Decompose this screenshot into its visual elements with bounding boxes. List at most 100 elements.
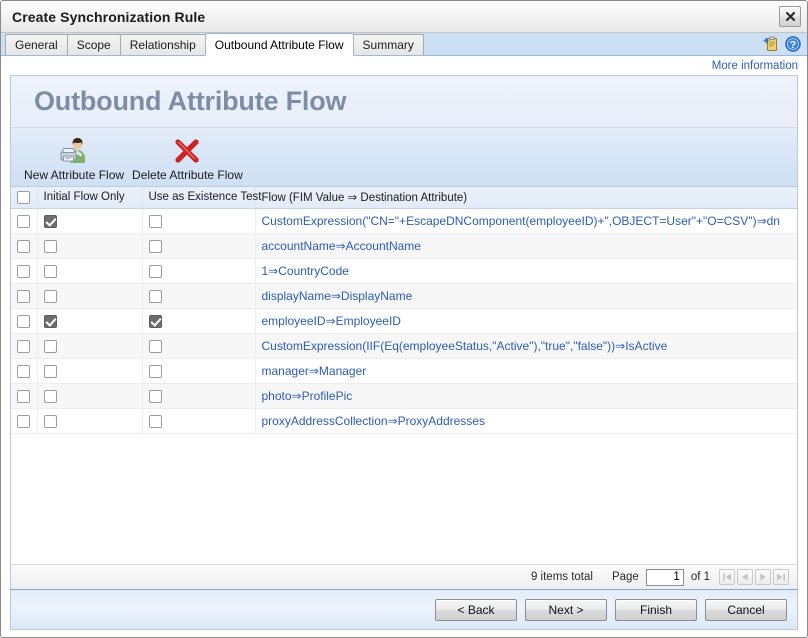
flow-link[interactable]: proxyAddressCollection⇒ProxyAddresses — [262, 414, 485, 428]
back-button[interactable]: < Back — [435, 598, 517, 621]
header-flow: Flow (FIM Value ⇒ Destination Attribute) — [255, 187, 797, 209]
use-as-existence-test-cell — [142, 358, 256, 384]
flow-link[interactable]: photo⇒ProfilePic — [262, 389, 353, 403]
initial-flow-only-checkbox[interactable] — [43, 264, 57, 278]
row-select-checkbox[interactable] — [17, 289, 30, 303]
cancel-button[interactable]: Cancel — [705, 598, 787, 621]
row-select-cell — [11, 308, 38, 334]
next-page-button[interactable] — [755, 569, 771, 585]
use-as-existence-test-checkbox[interactable] — [148, 414, 162, 428]
flow-cell: proxyAddressCollection⇒ProxyAddresses — [255, 408, 797, 434]
page-banner: Outbound Attribute Flow — [11, 76, 797, 128]
use-as-existence-test-cell — [142, 233, 256, 259]
table-row[interactable]: employeeID⇒EmployeeID — [11, 308, 797, 334]
row-select-checkbox[interactable] — [17, 414, 30, 428]
first-page-button[interactable] — [719, 569, 735, 585]
delete-attribute-flow-button[interactable]: Delete Attribute Flow — [128, 134, 247, 184]
flow-link[interactable]: manager⇒Manager — [262, 364, 367, 378]
initial-flow-only-checkbox[interactable] — [43, 239, 57, 253]
flow-link[interactable]: displayName⇒DisplayName — [262, 289, 413, 303]
new-attribute-flow-button[interactable]: New Attribute Flow — [20, 134, 128, 184]
initial-flow-only-cell — [37, 333, 143, 359]
table-row[interactable]: manager⇒Manager — [11, 358, 797, 384]
flow-link[interactable]: accountName⇒AccountName — [262, 239, 421, 253]
next-page-icon — [760, 573, 766, 581]
flow-link[interactable]: 1⇒CountryCode — [262, 264, 349, 278]
row-select-checkbox[interactable] — [17, 389, 30, 403]
row-select-checkbox[interactable] — [17, 364, 30, 378]
use-as-existence-test-cell — [142, 383, 256, 409]
clipboard-add-icon[interactable] — [763, 36, 778, 52]
flow-link[interactable]: CustomExpression(IIF(Eq(employeeStatus,"… — [262, 339, 668, 353]
use-as-existence-test-checkbox[interactable] — [148, 239, 162, 253]
close-icon — [785, 12, 795, 21]
content-panel: Outbound Attribute Flow New Attribute Fl… — [10, 75, 798, 589]
use-as-existence-test-checkbox[interactable] — [148, 289, 162, 303]
select-all-checkbox[interactable] — [17, 190, 30, 204]
tab-scope[interactable]: Scope — [66, 34, 121, 55]
initial-flow-only-checkbox[interactable] — [43, 364, 57, 378]
help-icon[interactable]: ? — [785, 36, 801, 52]
use-as-existence-test-checkbox[interactable] — [148, 389, 162, 403]
next-button[interactable]: Next > — [525, 598, 607, 621]
row-select-cell — [11, 258, 38, 284]
dialog-title: Create Synchronization Rule — [12, 8, 206, 25]
flow-link[interactable]: CustomExpression("CN="+EscapeDNComponent… — [262, 214, 780, 228]
grid-pager: 9 items total Page of 1 — [11, 564, 797, 589]
row-select-checkbox[interactable] — [17, 314, 30, 328]
page-number-input[interactable] — [645, 568, 684, 586]
use-as-existence-test-checkbox[interactable] — [148, 214, 162, 228]
row-select-checkbox[interactable] — [17, 214, 30, 228]
row-select-cell — [11, 383, 38, 409]
use-as-existence-test-checkbox[interactable] — [148, 339, 162, 353]
table-row[interactable]: proxyAddressCollection⇒ProxyAddresses — [11, 408, 797, 434]
row-select-checkbox[interactable] — [17, 339, 30, 353]
row-select-checkbox[interactable] — [17, 239, 30, 253]
row-select-cell — [11, 408, 38, 434]
tab-outbound-attribute-flow[interactable]: Outbound Attribute Flow — [204, 33, 354, 56]
tab-summary[interactable]: Summary — [352, 34, 424, 55]
finish-button[interactable]: Finish — [615, 598, 697, 621]
wizard-button-bar: < Back Next > Finish Cancel — [10, 589, 798, 630]
close-button[interactable] — [779, 6, 801, 27]
table-row[interactable]: 1⇒CountryCode — [11, 258, 797, 284]
row-select-checkbox[interactable] — [17, 264, 30, 278]
initial-flow-only-checkbox[interactable] — [43, 214, 57, 228]
initial-flow-only-checkbox[interactable] — [43, 339, 57, 353]
more-information-link[interactable]: More information — [712, 60, 798, 72]
table-row[interactable]: photo⇒ProfilePic — [11, 383, 797, 409]
last-page-button[interactable] — [773, 569, 789, 585]
initial-flow-only-checkbox[interactable] — [43, 414, 57, 428]
tab-relationship[interactable]: Relationship — [119, 34, 206, 55]
use-as-existence-test-checkbox[interactable] — [148, 364, 162, 378]
initial-flow-only-checkbox[interactable] — [43, 314, 57, 328]
grid-toolbar: New Attribute Flow Delete Attribute Flow — [11, 128, 797, 187]
use-as-existence-test-cell — [142, 308, 256, 334]
flow-cell: employeeID⇒EmployeeID — [255, 308, 797, 334]
use-as-existence-test-checkbox[interactable] — [148, 314, 162, 328]
flow-cell: manager⇒Manager — [255, 358, 797, 384]
use-as-existence-test-cell — [142, 208, 256, 234]
initial-flow-only-checkbox[interactable] — [43, 289, 57, 303]
table-row[interactable]: displayName⇒DisplayName — [11, 283, 797, 309]
flow-cell: 1⇒CountryCode — [255, 258, 797, 284]
flow-link[interactable]: employeeID⇒EmployeeID — [262, 314, 401, 328]
table-row[interactable]: CustomExpression(IIF(Eq(employeeStatus,"… — [11, 333, 797, 359]
svg-text:?: ? — [790, 39, 796, 51]
flow-cell: CustomExpression(IIF(Eq(employeeStatus,"… — [255, 333, 797, 359]
page-of-label: of 1 — [690, 571, 710, 583]
header-use-as-existence-test: Use as Existence Test — [142, 187, 261, 209]
first-page-icon — [723, 573, 731, 581]
more-information-row: More information — [1, 56, 807, 75]
use-as-existence-test-checkbox[interactable] — [148, 264, 162, 278]
row-select-cell — [11, 358, 38, 384]
table-row[interactable]: CustomExpression("CN="+EscapeDNComponent… — [11, 208, 797, 234]
new-attribute-flow-icon — [58, 134, 90, 166]
initial-flow-only-checkbox[interactable] — [43, 389, 57, 403]
flow-cell: displayName⇒DisplayName — [255, 283, 797, 309]
tab-general[interactable]: General — [5, 34, 68, 55]
table-row[interactable]: accountName⇒AccountName — [11, 233, 797, 259]
previous-page-button[interactable] — [737, 569, 753, 585]
row-select-cell — [11, 233, 38, 259]
items-total-label: 9 items total — [530, 571, 593, 583]
